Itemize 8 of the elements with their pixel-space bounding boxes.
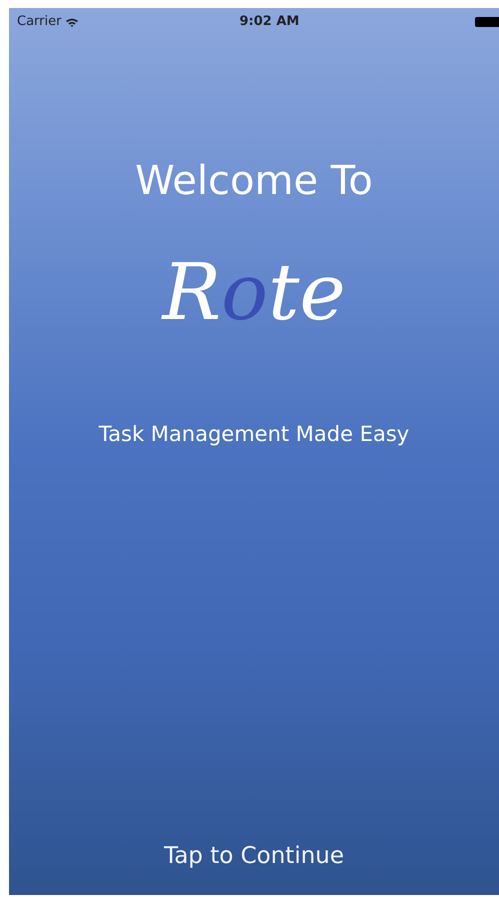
app-logo: Rote <box>162 251 346 337</box>
welcome-title: Welcome To <box>135 157 373 206</box>
continue-button[interactable]: Tap to Continue <box>156 834 352 877</box>
tagline: Task Management Made Easy <box>98 420 410 448</box>
wifi-icon <box>65 16 80 28</box>
carrier-label: Carrier <box>17 13 62 32</box>
battery-icon <box>475 17 499 27</box>
time-label: 9:02 AM <box>239 13 300 32</box>
